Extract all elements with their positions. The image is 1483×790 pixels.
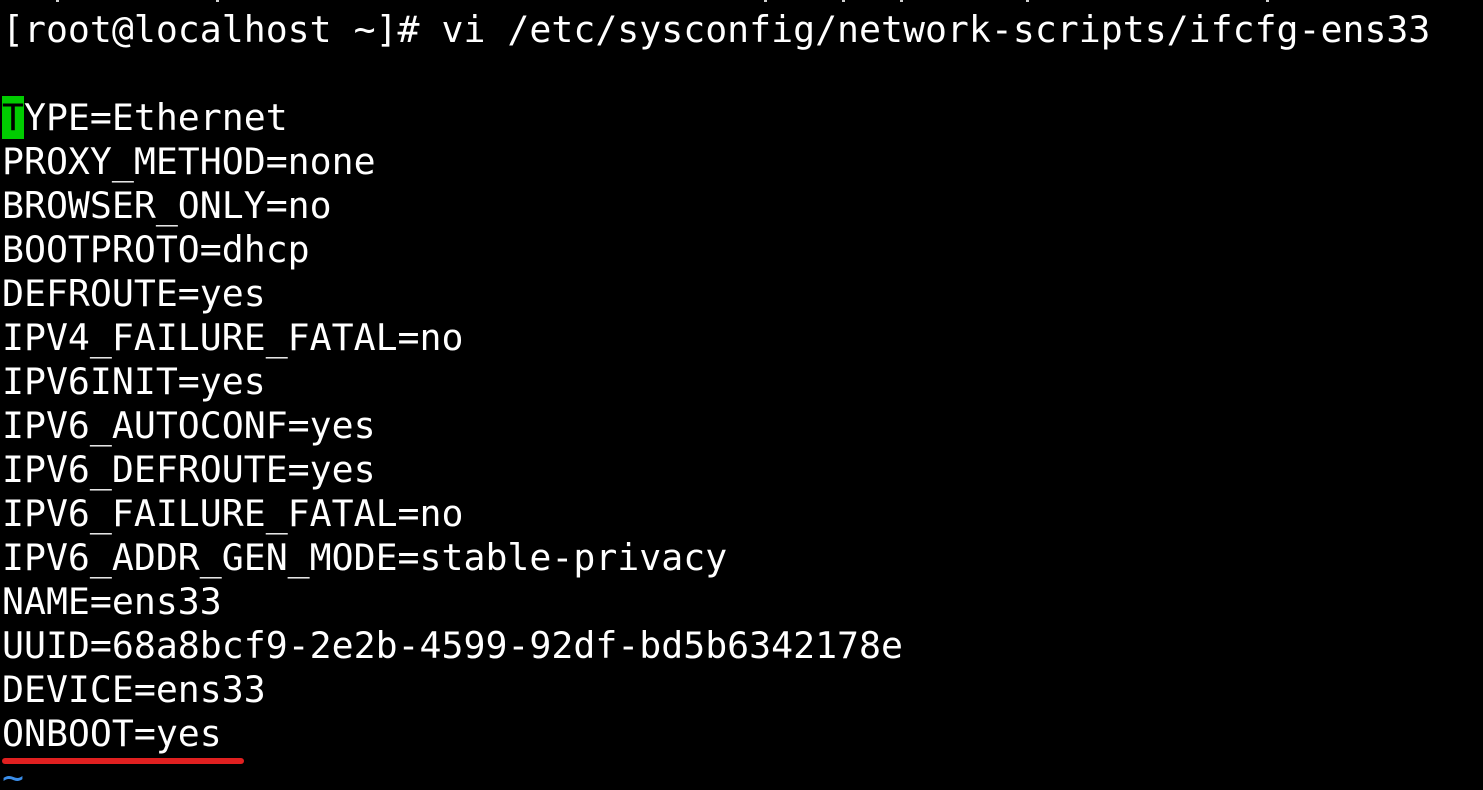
config-line-uuid[interactable]: UUID=68a8bcf9-2e2b-4599-92df-bd5b6342178… — [2, 624, 903, 668]
config-line-bootproto[interactable]: BOOTPROTO=dhcp — [2, 228, 310, 272]
config-line-ipv6-autoconf[interactable]: IPV6_AUTOCONF=yes — [2, 404, 376, 448]
vi-empty-line-tilde: ~ — [2, 756, 24, 790]
red-underline-annotation — [2, 758, 244, 764]
config-line-onboot[interactable]: ONBOOT=yes — [2, 712, 222, 756]
config-line-ipv6-failure-fatal[interactable]: IPV6_FAILURE_FATAL=no — [2, 492, 463, 536]
shell-prompt-line: [root@localhost ~]# vi /etc/sysconfig/ne… — [2, 8, 1431, 51]
config-line-type[interactable]: TYPE=Ethernet — [2, 96, 288, 140]
config-line-ipv4-failure-fatal[interactable]: IPV4_FAILURE_FATAL=no — [2, 316, 463, 360]
previous-output-fragment — [4, 0, 1483, 6]
config-line-ipv6-defroute[interactable]: IPV6_DEFROUTE=yes — [2, 448, 376, 492]
config-line-device[interactable]: DEVICE=ens33 — [2, 668, 266, 712]
config-line-ipv6init[interactable]: IPV6INIT=yes — [2, 360, 266, 404]
terminal-window[interactable]: [root@localhost ~]# vi /etc/sysconfig/ne… — [0, 0, 1483, 790]
config-line-proxy-method[interactable]: PROXY_METHOD=none — [2, 140, 376, 184]
config-line-name[interactable]: NAME=ens33 — [2, 580, 222, 624]
config-line-text: YPE=Ethernet — [23, 96, 288, 139]
config-line-ipv6-addr-gen-mode[interactable]: IPV6_ADDR_GEN_MODE=stable-privacy — [2, 536, 727, 580]
text-cursor: T — [2, 96, 24, 139]
config-line-browser-only[interactable]: BROWSER_ONLY=no — [2, 184, 332, 228]
config-line-defroute[interactable]: DEFROUTE=yes — [2, 272, 266, 316]
